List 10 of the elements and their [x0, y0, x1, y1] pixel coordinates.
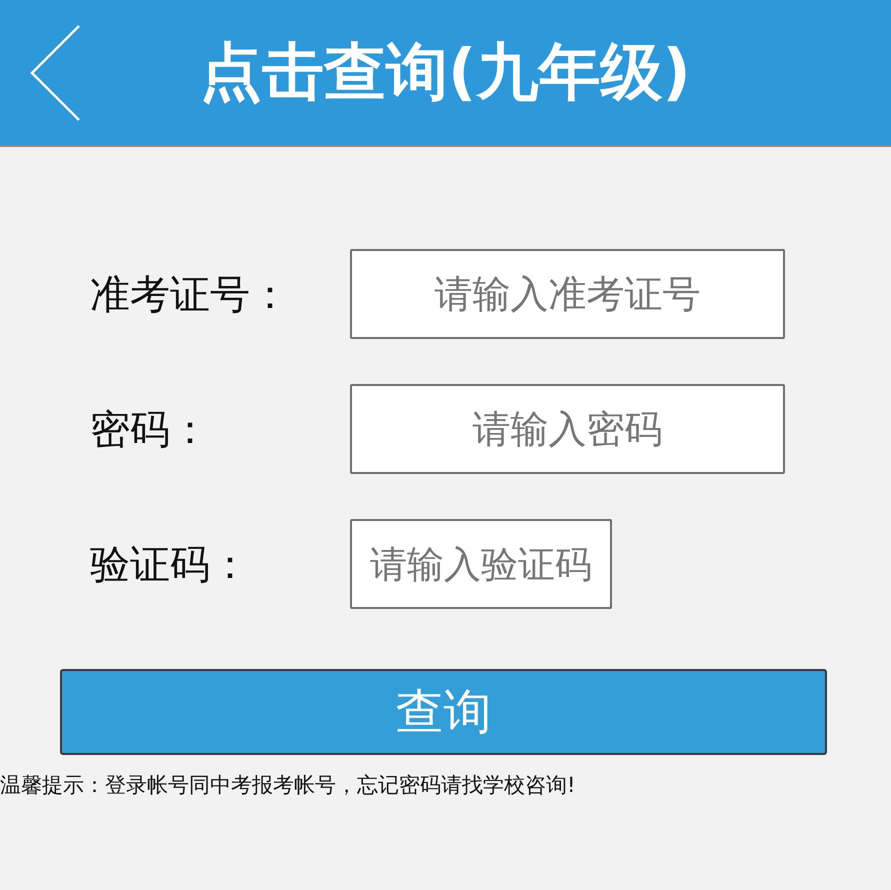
input-field[interactable]: 请输入准考证号	[350, 249, 785, 339]
tip-text: 温馨提示：登录帐号同中考报考帐号，忘记密码请找学校咨询!	[0, 772, 576, 799]
input-field[interactable]: 请输入验证码	[350, 519, 612, 609]
page-title: 点击查询(九年级)	[200, 35, 691, 110]
field-label: 验证码：	[90, 540, 250, 590]
input-field[interactable]: 请输入密码	[350, 384, 785, 474]
back-icon[interactable]	[30, 24, 80, 120]
field-label: 密码：	[90, 406, 210, 454]
field-label: 准考证号：	[90, 270, 290, 320]
query-button[interactable]: 查询	[60, 669, 827, 755]
